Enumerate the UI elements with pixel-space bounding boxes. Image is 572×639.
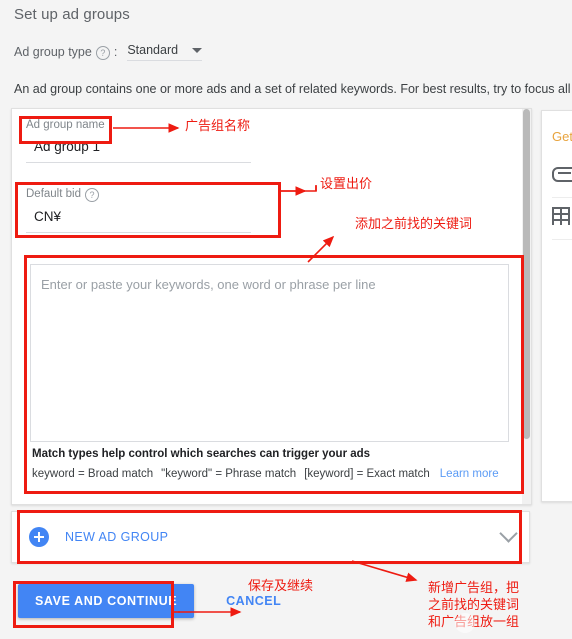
ad-group-type-colon: : [113, 45, 118, 59]
match-types-legend: keyword = Broad match "keyword" = Phrase … [32, 468, 499, 480]
side-panel: Get [541, 110, 572, 502]
match-broad: keyword = Broad match [32, 468, 154, 480]
side-panel-title: Get [552, 129, 572, 144]
watermark-overlay [455, 613, 475, 633]
match-types-heading: Match types help control which searches … [32, 448, 371, 460]
chevron-down-icon [192, 47, 203, 53]
card-scrollbar[interactable] [522, 109, 531, 504]
side-panel-item-grid[interactable] [552, 203, 572, 240]
learn-more-link[interactable]: Learn more [440, 468, 499, 480]
default-bid-label: Default bid ? [26, 187, 251, 202]
ad-group-name-underline [26, 162, 251, 163]
action-bar: SAVE AND CONTINUE CANCEL [18, 584, 287, 618]
match-phrase: "keyword" = Phrase match [161, 468, 297, 480]
cancel-button[interactable]: CANCEL [220, 593, 287, 609]
ad-group-type-value: Standard [127, 43, 179, 57]
annotation-text-new-group-1: 新增广告组，把 [428, 581, 520, 596]
intro-description: An ad group contains one or more ads and… [14, 82, 572, 96]
default-bid-input[interactable]: CN¥ [26, 201, 251, 224]
keywords-textarea[interactable]: Enter or paste your keywords, one word o… [30, 264, 509, 442]
ad-group-name-input[interactable]: Ad group 1 [26, 131, 251, 154]
card-scrollbar-thumb[interactable] [523, 109, 530, 439]
grid-icon [552, 207, 570, 225]
chevron-down-icon[interactable] [499, 523, 518, 543]
ad-group-card: Ad group name Ad group 1 Default bid ? C… [11, 108, 532, 505]
keywords-placeholder: Enter or paste your keywords, one word o… [41, 277, 376, 292]
save-and-continue-button[interactable]: SAVE AND CONTINUE [18, 584, 195, 618]
new-ad-group-row[interactable]: NEW AD GROUP [11, 511, 530, 563]
ad-group-name-field[interactable]: Ad group name Ad group 1 [26, 119, 251, 163]
annotation-text-new-group-2: 之前找的关键词 [428, 598, 520, 613]
ad-group-type-select[interactable]: Standard [127, 43, 203, 61]
new-ad-group-label: NEW AD GROUP [65, 530, 169, 544]
annotation-text-new-group-3: 和广告组放一组 [428, 615, 520, 630]
default-bid-label-text: Default bid [26, 188, 81, 200]
plus-circle-icon[interactable] [29, 527, 49, 547]
ad-group-name-label: Ad group name [26, 119, 105, 131]
page-title: Set up ad groups [14, 6, 130, 23]
default-bid-underline [26, 232, 251, 233]
side-panel-item-link[interactable] [552, 161, 572, 198]
default-bid-field[interactable]: Default bid ? CN¥ [26, 187, 251, 233]
ad-group-type-row: Ad group type ? : Standard [14, 41, 203, 63]
ad-group-type-label: Ad group type [14, 45, 92, 59]
help-circle-icon[interactable]: ? [95, 46, 110, 60]
link-icon [552, 167, 572, 182]
help-circle-icon[interactable]: ? [84, 188, 99, 202]
page-header: Set up ad groups Ad group type ? : Stand… [0, 0, 572, 100]
match-exact: [keyword] = Exact match [304, 468, 430, 480]
